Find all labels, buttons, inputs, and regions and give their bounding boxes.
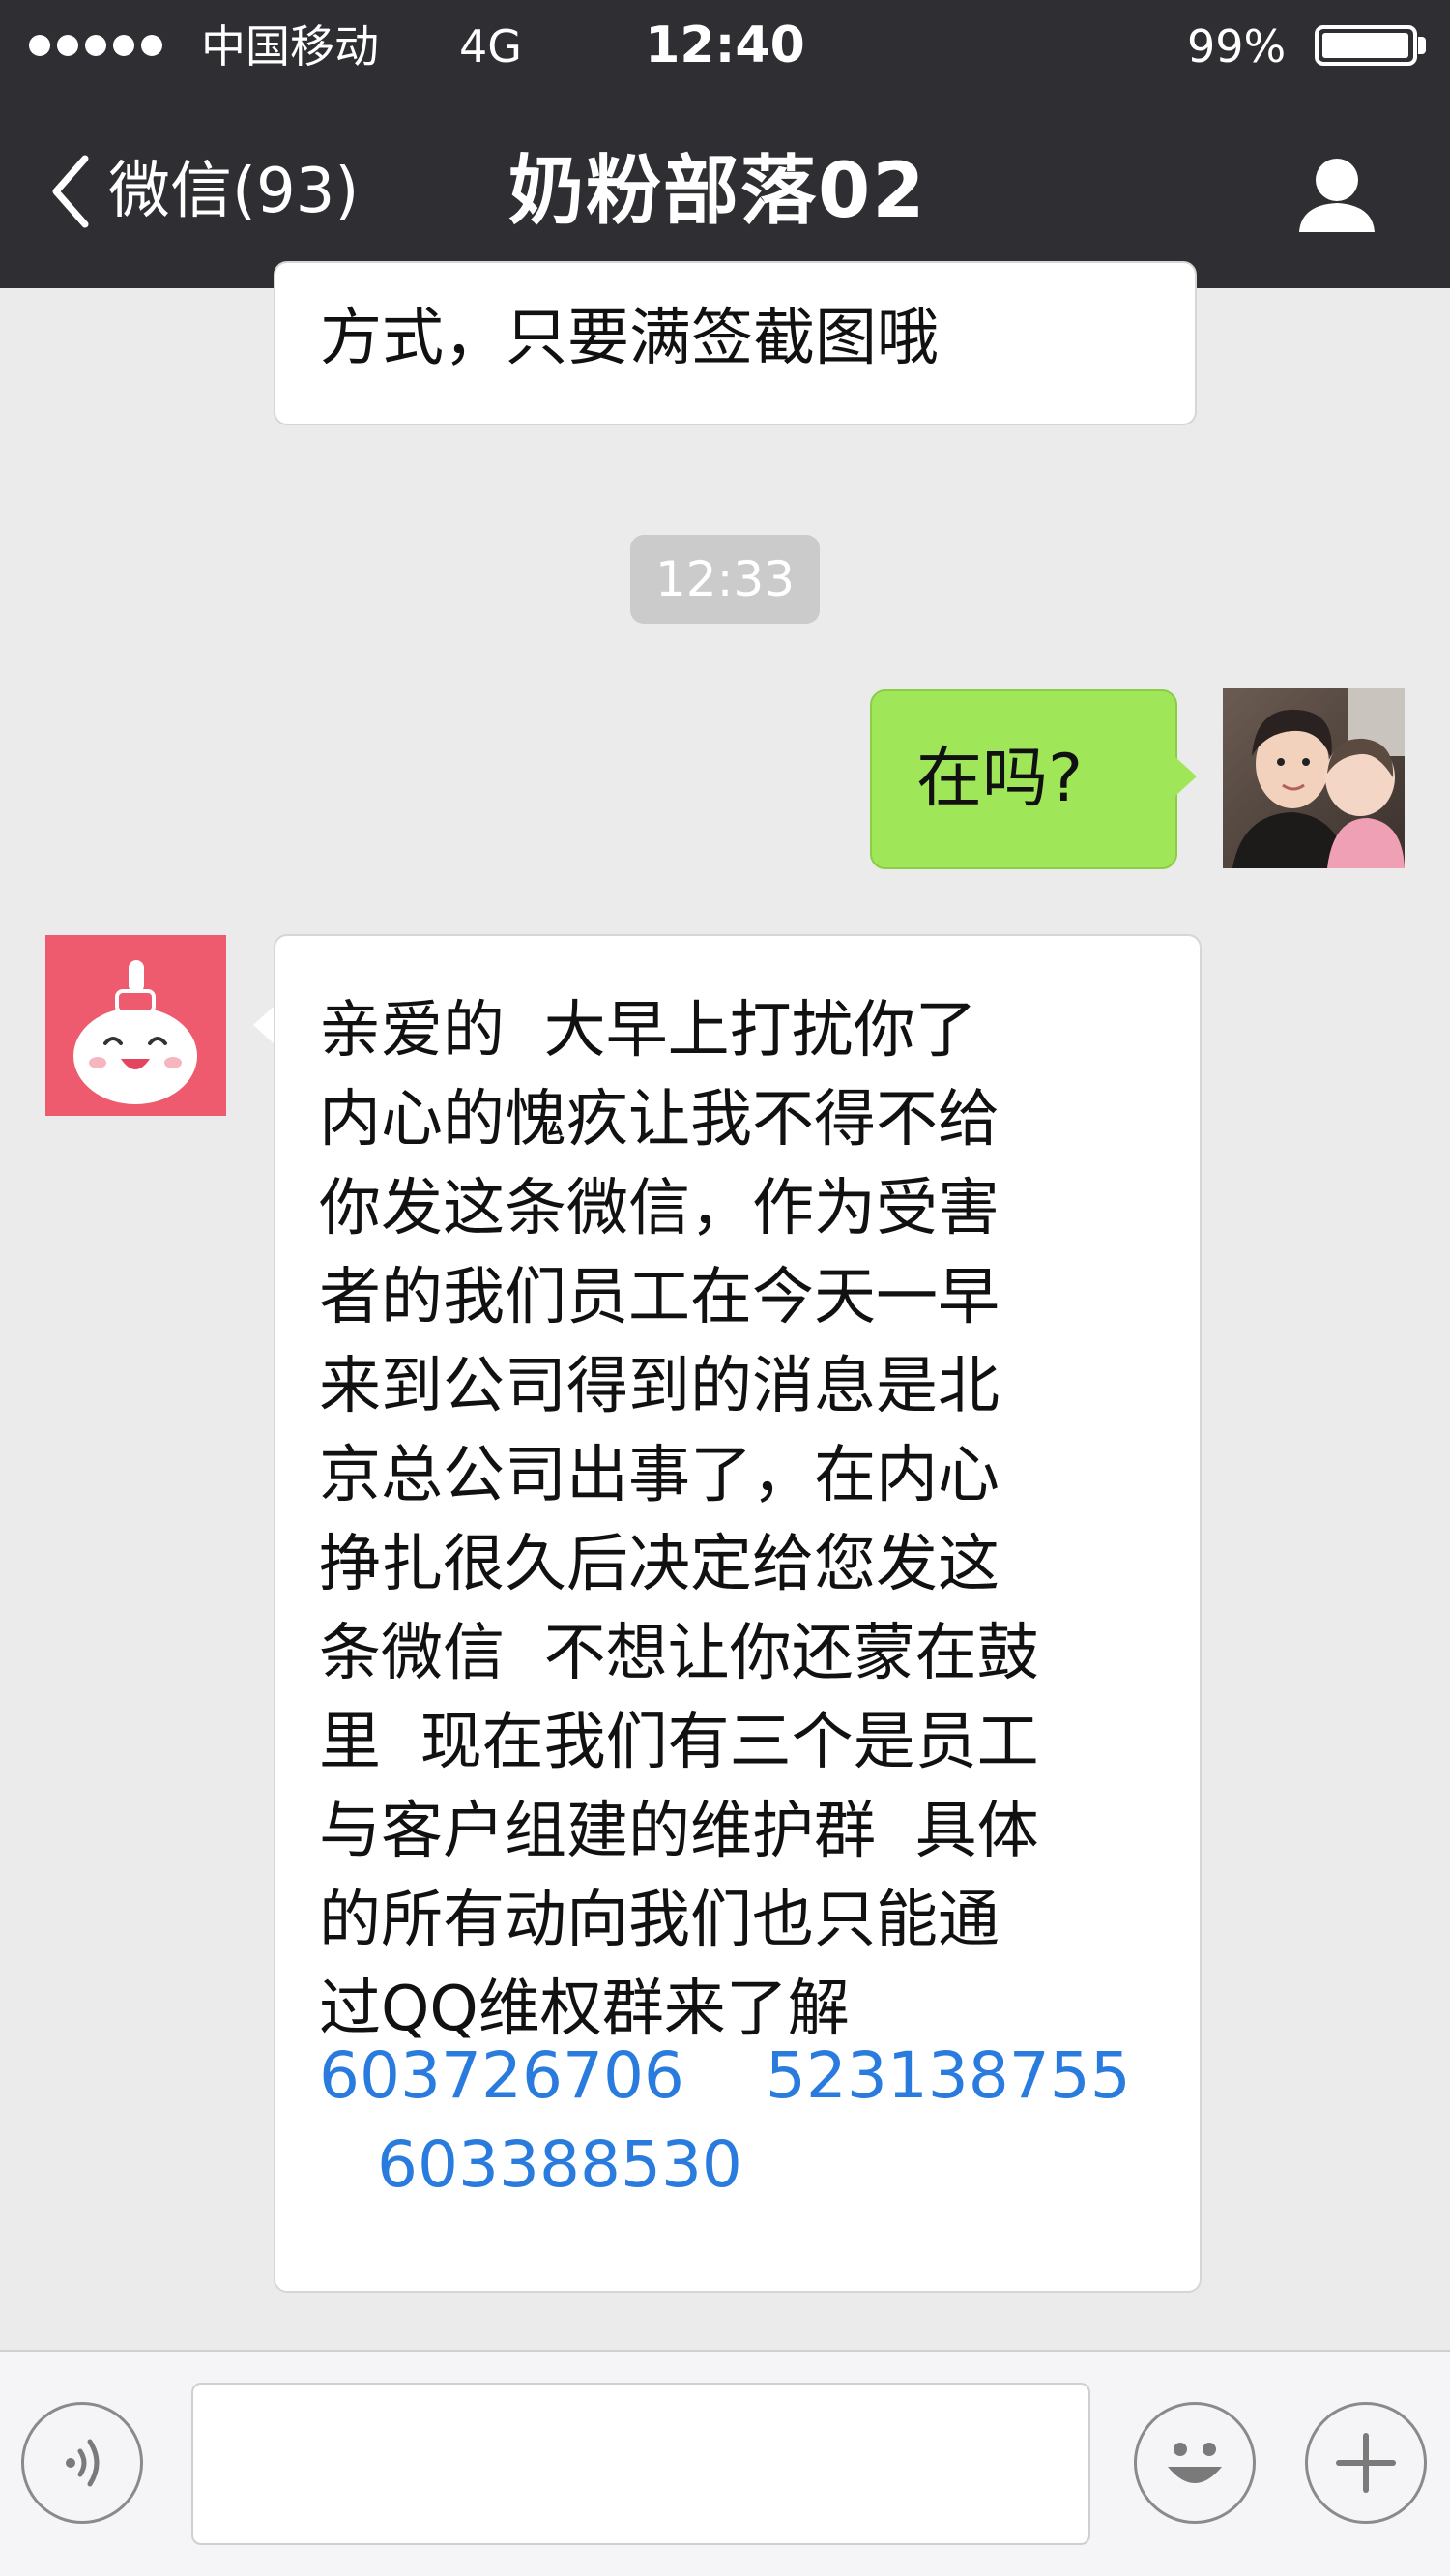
message-line: 京总公司出事了，在内心 bbox=[319, 1440, 1000, 1511]
status-bar: 中国移动 4G 12:40 99% bbox=[0, 0, 1450, 92]
bubble-tail bbox=[253, 1006, 275, 1044]
contact-avatar[interactable] bbox=[45, 935, 226, 1116]
message-line: 内心的愧疚让我不得不给 bbox=[319, 1084, 1000, 1156]
phone-links: 603726706 523138755 603388530 bbox=[319, 2032, 1131, 2210]
battery-percent: 99% bbox=[1187, 20, 1287, 73]
battery-icon bbox=[1315, 25, 1417, 66]
voice-icon bbox=[66, 2439, 100, 2487]
number-link[interactable]: 523138755 bbox=[766, 2038, 1131, 2113]
message-line: 的所有动向我们也只能通 bbox=[319, 1885, 1000, 1956]
battery-tip bbox=[1418, 37, 1426, 54]
chat-title: 奶粉部落02 bbox=[508, 148, 927, 235]
chevron-left-icon bbox=[52, 155, 89, 228]
emoji-button[interactable] bbox=[1134, 2402, 1256, 2524]
plus-icon bbox=[1336, 2433, 1396, 2493]
message-line: 挣扎很久后决定给您发这 bbox=[319, 1529, 1000, 1600]
contact-message-bubble[interactable]: 亲爱的 大早上打扰你了 内心的愧疚让我不得不给 你发这条微信，作为受害 者的我们… bbox=[274, 934, 1202, 2293]
message-line: 条微信 不想让你还蒙在鼓 bbox=[319, 1618, 1039, 1689]
message-bubble-partial[interactable]: 方式，只要满签截图哦 bbox=[274, 261, 1197, 425]
voice-button[interactable] bbox=[21, 2402, 143, 2524]
my-message-text: 在吗? bbox=[916, 741, 1084, 817]
input-bar bbox=[0, 2350, 1450, 2576]
back-label: 微信(93) bbox=[108, 156, 360, 227]
plus-button[interactable] bbox=[1305, 2402, 1427, 2524]
message-body: 亲爱的 大早上打扰你了 内心的愧疚让我不得不给 你发这条微信，作为受害 者的我们… bbox=[319, 986, 1039, 2054]
top-bar: 中国移动 4G 12:40 99% 微信(93) 奶粉部落02 bbox=[0, 0, 1450, 288]
message-line: 你发这条微信，作为受害 bbox=[319, 1173, 1000, 1244]
my-message-bubble[interactable]: 在吗? bbox=[870, 689, 1177, 869]
message-line: 来到公司得到的消息是北 bbox=[319, 1351, 1000, 1422]
message-input[interactable] bbox=[191, 2383, 1090, 2545]
message-line: 亲爱的 大早上打扰你了 bbox=[319, 995, 977, 1067]
number-link[interactable]: 603726706 bbox=[319, 2038, 684, 2113]
message-line: 与客户组建的维护群 具体 bbox=[319, 1796, 1039, 1867]
message-text: 方式，只要满签截图哦 bbox=[320, 303, 939, 374]
back-button[interactable]: 微信(93) bbox=[48, 153, 359, 230]
person-icon[interactable] bbox=[1293, 151, 1380, 238]
emoji-icon bbox=[1168, 2443, 1222, 2483]
message-line: 者的我们员工在今天一早 bbox=[319, 1262, 1000, 1333]
message-line: 里 现在我们有三个是员工 bbox=[319, 1707, 1039, 1778]
nav-bar: 微信(93) 奶粉部落02 bbox=[0, 116, 1450, 271]
bubble-tail bbox=[1175, 757, 1197, 796]
my-avatar[interactable] bbox=[1223, 688, 1405, 868]
message-timestamp: 12:33 bbox=[630, 535, 820, 624]
number-link[interactable]: 603388530 bbox=[377, 2127, 742, 2202]
